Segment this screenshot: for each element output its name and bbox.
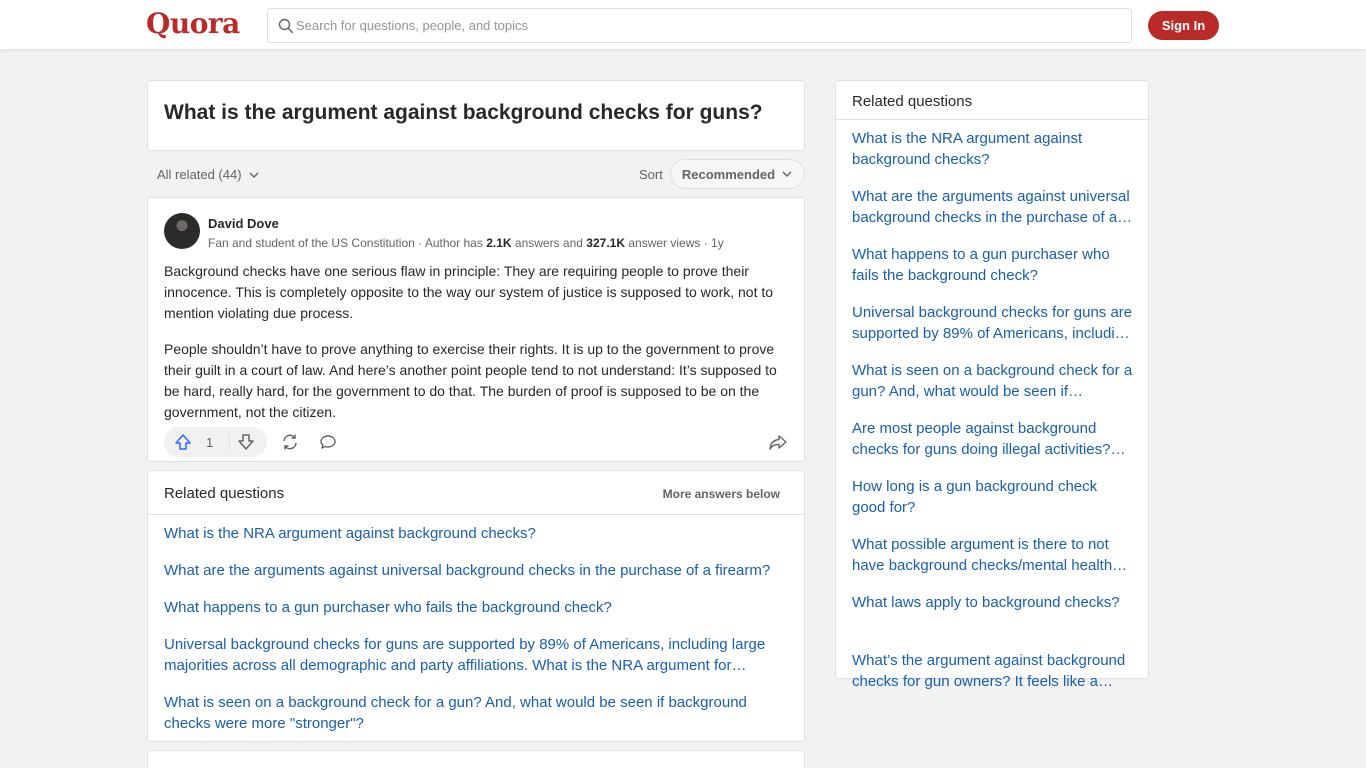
- sidebar-list: What is the NRA argument against backgro…: [852, 128, 1134, 708]
- sidebar-question-link[interactable]: What is seen on a background check for a…: [852, 360, 1134, 402]
- answer-paragraph: People shouldn’t have to prove anything …: [164, 341, 777, 420]
- sidebar-question-link[interactable]: What possible argument is there to not h…: [852, 534, 1134, 576]
- all-related-dropdown[interactable]: All related (44): [157, 167, 260, 182]
- sidebar-question-link[interactable]: What’s the argument against background c…: [852, 650, 1134, 692]
- sort-value: Recommended: [681, 166, 776, 182]
- views-count: 327.1K: [586, 236, 625, 250]
- sidebar-question-link[interactable]: What is the NRA argument against backgro…: [852, 128, 1134, 170]
- search-bar[interactable]: [267, 8, 1132, 43]
- upvote-count: 1: [206, 435, 214, 450]
- related-header: Related questions More answers below: [148, 471, 804, 515]
- answer-card: David Dove Fan and student of the US Con…: [147, 197, 805, 462]
- search-icon: [278, 18, 294, 34]
- chevron-down-icon: [249, 172, 259, 178]
- answers-word: answers and: [514, 236, 583, 250]
- sidebar-question-link[interactable]: How long is a gun background check good …: [852, 476, 1134, 518]
- all-related-label: All related (44): [157, 167, 242, 182]
- downvote-icon[interactable]: [237, 433, 255, 451]
- top-header: Quora Sign In: [0, 0, 1366, 50]
- author-credential[interactable]: Fan and student of the US Constitution: [208, 236, 415, 250]
- answer-actions: 1: [164, 427, 792, 457]
- question-card: What is the argument against background …: [147, 80, 805, 151]
- related-question-link[interactable]: Universal background checks for guns are…: [164, 634, 784, 676]
- answer-filter-bar: All related (44) Sort Recommended: [147, 158, 805, 190]
- answers-count: 2.1K: [486, 236, 512, 250]
- related-title: Related questions: [164, 485, 285, 502]
- related-list: What is the NRA argument against backgro…: [164, 523, 784, 750]
- reshare-icon[interactable]: [280, 433, 300, 451]
- comment-icon[interactable]: [319, 433, 337, 451]
- sidebar-question-link[interactable]: What laws apply to background checks?: [852, 592, 1134, 634]
- sidebar-question-link[interactable]: What happens to a gun purchaser who fail…: [852, 244, 1134, 286]
- sidebar-related-questions: Related questions What is the NRA argume…: [835, 80, 1149, 690]
- sort-dropdown[interactable]: Recommended: [670, 159, 805, 189]
- vote-divider: [229, 433, 230, 451]
- question-title: What is the argument against background …: [164, 101, 763, 124]
- meta-prefix: Author has: [424, 236, 483, 250]
- related-question-link[interactable]: What happens to a gun purchaser who fail…: [164, 597, 784, 618]
- sidebar-question-link[interactable]: Are most people against background check…: [852, 418, 1134, 460]
- sidebar-title: Related questions: [852, 93, 973, 110]
- related-question-link[interactable]: What is seen on a background check for a…: [164, 692, 784, 734]
- views-word: answer views: [628, 236, 701, 250]
- upvote-icon[interactable]: [174, 433, 192, 451]
- answer-paragraph: Background checks have one serious flaw …: [164, 263, 774, 321]
- author-credential-line: Fan and student of the US Constitution ·…: [208, 236, 724, 250]
- avatar[interactable]: [164, 213, 200, 249]
- next-answer-card: [147, 750, 805, 768]
- sign-in-button[interactable]: Sign In: [1148, 11, 1219, 40]
- vote-pill: 1: [164, 427, 267, 457]
- sidebar-question-link[interactable]: Universal background checks for guns are…: [852, 302, 1134, 344]
- sidebar-question-link[interactable]: What are the arguments against universal…: [852, 186, 1134, 228]
- search-input[interactable]: [296, 9, 1116, 42]
- related-question-link[interactable]: What are the arguments against universal…: [164, 560, 784, 581]
- share-icon[interactable]: [768, 433, 788, 451]
- chevron-down-icon: [782, 171, 792, 177]
- answer-age[interactable]: 1y: [711, 236, 724, 250]
- sort-label: Sort: [639, 167, 663, 182]
- more-answers-below: More answers below: [662, 487, 780, 501]
- quora-logo[interactable]: Quora: [146, 7, 240, 40]
- answer-body: Background checks have one serious flaw …: [164, 261, 792, 438]
- author-name[interactable]: David Dove: [208, 216, 279, 231]
- sidebar-header: Related questions: [836, 81, 1148, 120]
- related-questions-inline: Related questions More answers below Wha…: [147, 470, 805, 742]
- related-question-link[interactable]: What is the NRA argument against backgro…: [164, 523, 784, 544]
